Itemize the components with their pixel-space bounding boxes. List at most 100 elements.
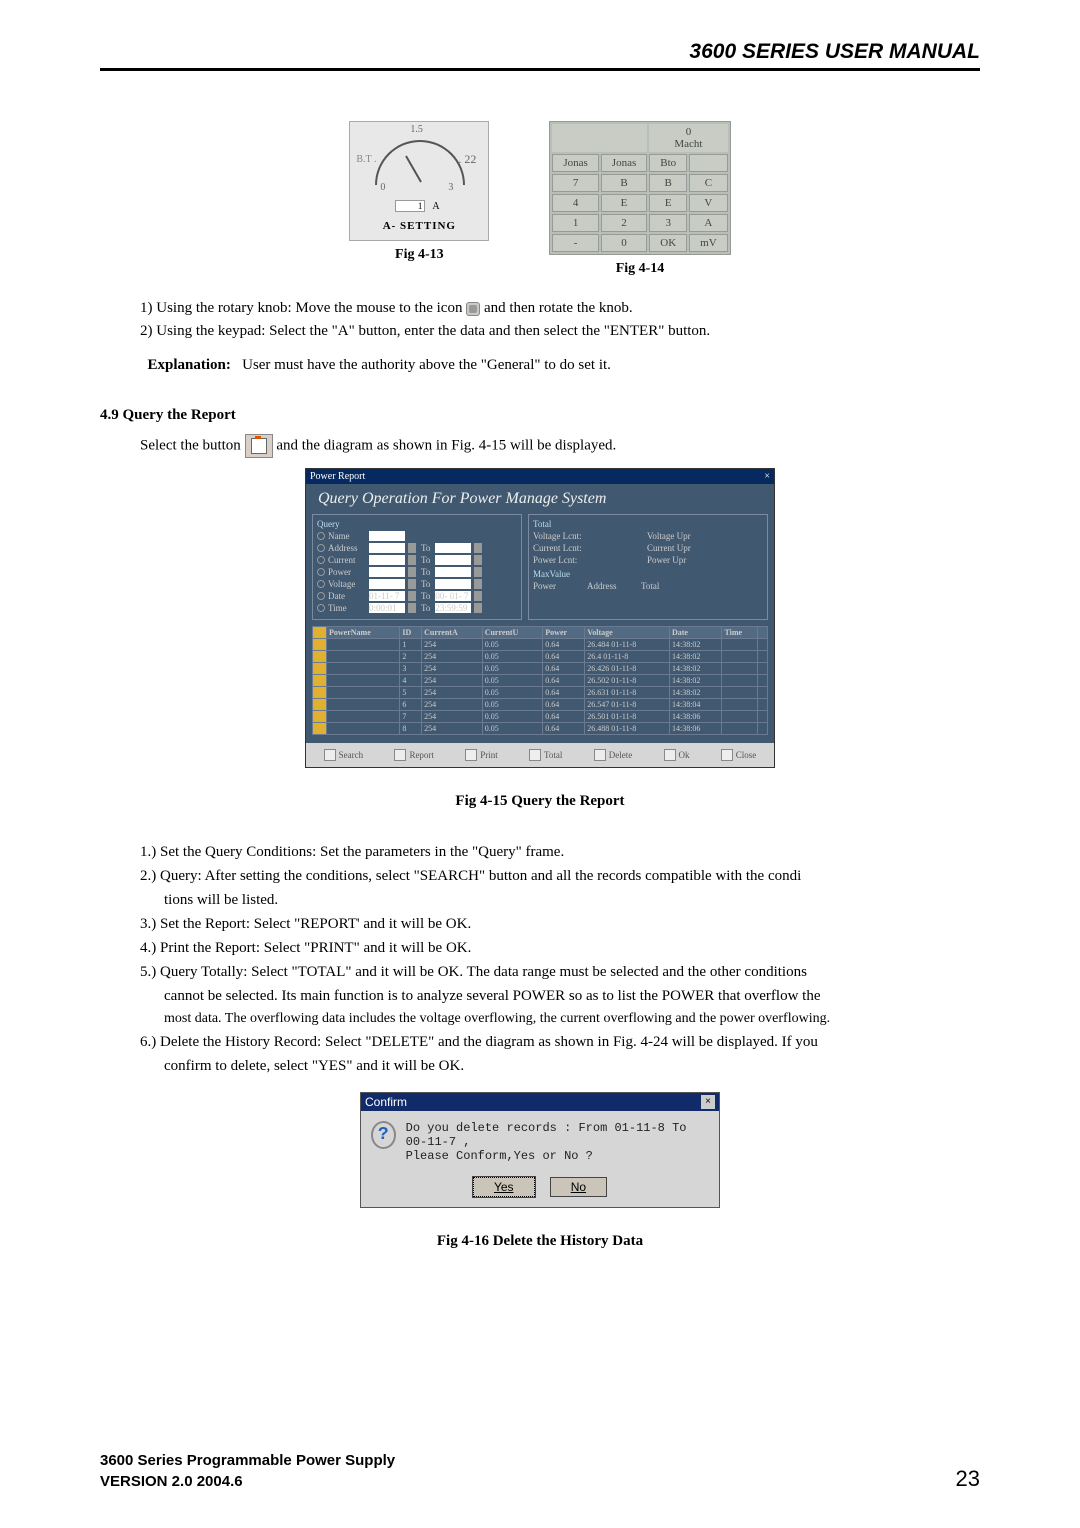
name-input[interactable] xyxy=(369,531,405,541)
line-rotary-knob: 1) Using the rotary knob: Move the mouse… xyxy=(140,297,980,320)
page-header: 3600 SERIES USER MANUAL xyxy=(100,40,980,71)
radio-icon[interactable] xyxy=(317,532,325,540)
no-button[interactable]: No xyxy=(550,1177,607,1197)
delete-button[interactable]: Delete xyxy=(594,749,632,761)
report-icon xyxy=(394,749,406,761)
fig-4-14-block: 0 Macht Jonas Jonas Bto 7 B B C 4 E E V xyxy=(549,121,730,277)
mode-cell[interactable]: 3 xyxy=(649,214,687,232)
mode-cell[interactable]: A xyxy=(689,214,728,232)
mode-cell[interactable]: E xyxy=(649,194,687,212)
mode-head-zero: 0 xyxy=(686,126,692,138)
query-report-window: Power Report × Query Operation For Power… xyxy=(305,468,775,768)
mode-cell[interactable]: 2 xyxy=(601,214,647,232)
mode-cell[interactable]: C xyxy=(689,174,728,192)
addr-to[interactable] xyxy=(435,543,471,553)
page-number: 23 xyxy=(956,1466,980,1492)
mode-col-0: Jonas xyxy=(552,154,598,172)
time-to[interactable]: 23:59:59 xyxy=(435,603,471,613)
dial-label-0: 0 xyxy=(380,182,385,193)
mode-cell[interactable]: 4 xyxy=(552,194,598,212)
date-from[interactable]: 01-11- 7 xyxy=(369,591,405,601)
dial-unit: A xyxy=(432,201,439,212)
qw-titlebar: Power Report × xyxy=(306,469,774,484)
mode-cell[interactable]: V xyxy=(689,194,728,212)
search-icon xyxy=(324,749,336,761)
mode-cell[interactable]: B xyxy=(649,174,687,192)
table-row: 72540.050.6426.501 01-11-814:38:06 xyxy=(313,710,768,722)
yes-button[interactable]: Yes xyxy=(473,1177,535,1197)
date-to[interactable]: 00- 01- 7 xyxy=(435,591,471,601)
dial-label-22: . 22 xyxy=(458,152,476,167)
list-item-3: 3.) Set the Report: Select "REPORT' and … xyxy=(140,912,980,936)
section-4-9-heading: 4.9 Query the Report xyxy=(100,407,980,424)
mode-cell[interactable]: 1 xyxy=(552,214,598,232)
report-button[interactable]: Report xyxy=(394,749,434,761)
radio-icon[interactable] xyxy=(317,580,325,588)
search-button[interactable]: Search xyxy=(324,749,364,761)
mode-cell[interactable]: B xyxy=(601,174,647,192)
mode-cell[interactable]: E xyxy=(601,194,647,212)
maxvalue-label: MaxValue xyxy=(533,569,763,579)
line-keypad: 2) Using the keypad: Select the "A" butt… xyxy=(140,320,980,343)
mode-cell[interactable]: OK xyxy=(649,234,687,252)
dial-label-3: 3 xyxy=(448,182,453,193)
ok-button[interactable]: Ok xyxy=(664,749,690,761)
dial-label-bt: B.T . xyxy=(356,154,376,165)
procedure-list: 1.) Set the Query Conditions: Set the pa… xyxy=(100,840,980,1078)
mode-col-2: Bto xyxy=(649,154,687,172)
mode-cell[interactable]: 0 xyxy=(601,234,647,252)
print-button[interactable]: Print xyxy=(465,749,498,761)
print-icon xyxy=(465,749,477,761)
report-button-icon xyxy=(245,434,273,458)
mode-cell[interactable]: - xyxy=(552,234,598,252)
list-item-6b: confirm to delete, select "YES" and it w… xyxy=(164,1054,980,1078)
radio-icon[interactable] xyxy=(317,544,325,552)
fig-4-16-caption: Fig 4-16 Delete the History Data xyxy=(100,1233,980,1250)
body-text-block: 1) Using the rotary knob: Move the mouse… xyxy=(140,297,980,377)
footer-line-1: 3600 Series Programmable Power Supply xyxy=(100,1450,395,1471)
fig-4-15-caption: Fig 4-15 Query the Report xyxy=(100,793,980,810)
close-button[interactable]: Close xyxy=(721,749,757,761)
list-item-2b: tions will be listed. xyxy=(164,888,980,912)
dial-input[interactable]: 1 xyxy=(395,200,425,212)
confirm-dialog: Confirm × ? Do you delete records : From… xyxy=(360,1092,720,1208)
qw-title: Query Operation For Power Manage System xyxy=(312,488,768,514)
qw-titlebar-text: Power Report xyxy=(310,471,365,482)
mode-cell[interactable]: mV xyxy=(689,234,728,252)
query-panel-label: Query xyxy=(317,519,517,529)
confirm-title: Confirm xyxy=(365,1095,407,1109)
list-item-5c: most data. The overflowing data includes… xyxy=(164,1008,980,1030)
table-row: 12540.050.6426.484 01-11-814:38:02 xyxy=(313,638,768,650)
dial-widget: B.T . 1.5 . 22 0 3 1 A A- SETTING xyxy=(349,121,489,241)
radio-icon[interactable] xyxy=(317,556,325,564)
total-panel: Total Voltage Lcnt:Voltage Upr Current L… xyxy=(528,514,768,620)
close-icon[interactable]: × xyxy=(701,1095,715,1109)
fig-4-13-block: B.T . 1.5 . 22 0 3 1 A A- SETTING Fig 4-… xyxy=(349,121,489,277)
select-button-line: Select the button and the diagram as sho… xyxy=(140,434,980,458)
mode-table: 0 Macht Jonas Jonas Bto 7 B B C 4 E E V xyxy=(549,121,730,255)
fig-4-14-caption: Fig 4-14 xyxy=(549,261,730,277)
mode-col-1: Jonas xyxy=(601,154,647,172)
time-from[interactable]: 0:00:01 xyxy=(369,603,405,613)
fig-4-13-caption: Fig 4-13 xyxy=(349,247,489,263)
addr-from[interactable] xyxy=(369,543,405,553)
table-row: 62540.050.6426.547 01-11-814:38:04 xyxy=(313,698,768,710)
radio-icon[interactable] xyxy=(317,568,325,576)
total-button[interactable]: Total xyxy=(529,749,562,761)
radio-icon[interactable] xyxy=(317,604,325,612)
confirm-msg-1: Do you delete records : From 01-11-8 To … xyxy=(406,1121,709,1149)
mode-head-right: Macht xyxy=(674,138,702,150)
confirm-msg-2: Please Conform,Yes or No ? xyxy=(406,1149,709,1163)
mode-cell[interactable]: 7 xyxy=(552,174,598,192)
list-item-1: 1.) Set the Query Conditions: Set the pa… xyxy=(140,840,980,864)
total-icon xyxy=(529,749,541,761)
radio-icon[interactable] xyxy=(317,592,325,600)
list-item-4: 4.) Print the Report: Select "PRINT" and… xyxy=(140,936,980,960)
close-icon[interactable]: × xyxy=(764,471,770,482)
delete-icon xyxy=(594,749,606,761)
table-row: 52540.050.6426.631 01-11-814:38:02 xyxy=(313,686,768,698)
confirm-titlebar: Confirm × xyxy=(361,1093,719,1111)
table-row: 82540.050.6426.488 01-11-814:38:06 xyxy=(313,722,768,734)
figure-row-13-14: B.T . 1.5 . 22 0 3 1 A A- SETTING Fig 4-… xyxy=(100,121,980,277)
header-title: 3600 SERIES USER MANUAL xyxy=(689,40,980,63)
